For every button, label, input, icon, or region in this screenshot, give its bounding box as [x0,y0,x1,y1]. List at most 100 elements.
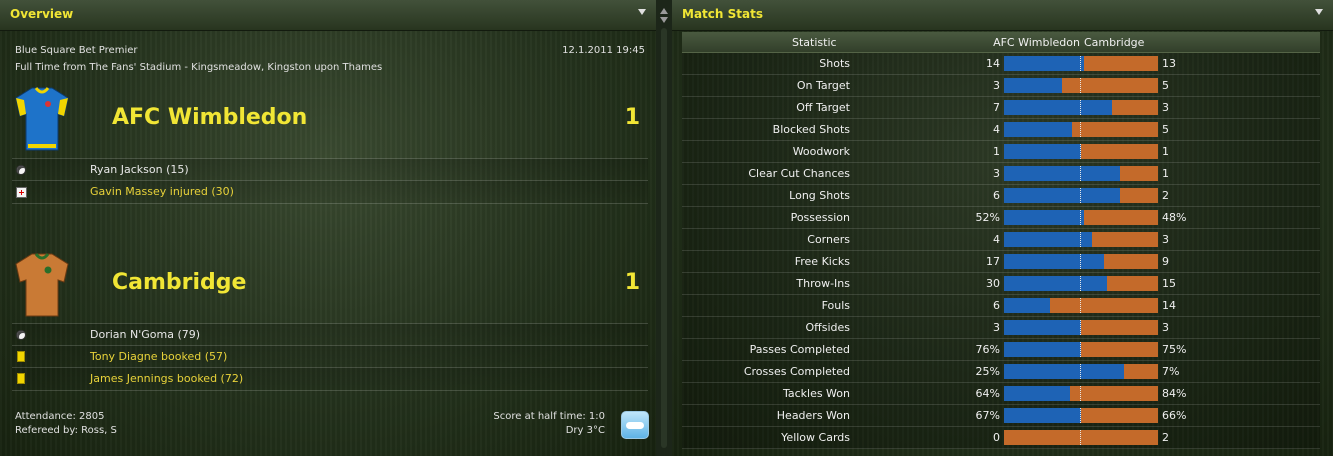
match-stats-panel: Match Stats Statistic AFC Wimbledon Camb… [672,0,1333,456]
scrollbar[interactable] [656,0,672,456]
stat-comparison-bar [1004,386,1158,401]
stat-label: Blocked Shots [772,123,850,136]
stat-home-value: 4 [993,233,1000,246]
stat-row: Shots 14 13 [682,53,1320,75]
stat-home-bar [1004,364,1124,379]
home-team-name[interactable]: AFC Wimbledon [112,105,307,130]
stat-home-value: 1 [993,145,1000,158]
stat-away-value: 1 [1162,167,1169,180]
stat-home-bar [1004,408,1081,423]
stat-home-bar [1004,386,1070,401]
stat-home-bar [1004,320,1081,335]
stat-away-value: 75% [1162,343,1187,356]
stat-comparison-bar [1004,188,1158,203]
home-event-text[interactable]: Ryan Jackson (15) [90,163,189,176]
away-event-row: Dorian N'Goma (79) [12,323,648,346]
scroll-thumb[interactable] [661,28,667,448]
overview-menu-chevron-icon[interactable] [638,9,646,15]
scroll-up-icon[interactable] [660,8,668,14]
stat-home-bar [1004,166,1120,181]
stat-label: Possession [790,211,850,224]
competition-name: Blue Square Bet Premier [15,45,138,56]
stat-home-value: 14 [986,57,1000,70]
goal-ball-icon [16,330,26,340]
scroll-down-icon[interactable] [660,17,668,23]
divider [12,203,648,204]
stat-bar-midline [1080,100,1081,115]
stat-label: Free Kicks [794,255,850,268]
stat-bar-midline [1080,430,1081,445]
stat-row: Throw-Ins 30 15 [682,273,1320,295]
stat-bar-midline [1080,232,1081,247]
stat-label: Woodwork [792,145,850,158]
stat-bar-midline [1080,408,1081,423]
match-stats-title: Match Stats [682,7,763,21]
stat-label: Crosses Completed [743,365,850,378]
stat-row: Tackles Won 64% 84% [682,383,1320,405]
stat-away-value: 2 [1162,431,1169,444]
stat-label: On Target [796,79,850,92]
stat-home-value: 4 [993,123,1000,136]
match-stats-menu-chevron-icon[interactable] [1315,9,1323,15]
stat-comparison-bar [1004,276,1158,291]
stat-away-value: 5 [1162,79,1169,92]
stat-label: Shots [819,57,850,70]
stat-row: Clear Cut Chances 3 1 [682,163,1320,185]
stat-bar-midline [1080,298,1081,313]
stat-away-value: 3 [1162,233,1169,246]
away-event-text[interactable]: James Jennings booked (72) [90,372,243,385]
stat-label: Off Target [796,101,850,114]
stat-label: Yellow Cards [781,431,850,444]
stat-comparison-bar [1004,320,1158,335]
stat-bar-midline [1080,166,1081,181]
stat-away-value: 48% [1162,211,1187,224]
stat-home-bar [1004,100,1112,115]
header-away-team[interactable]: Cambridge [1084,36,1144,49]
stat-bar-midline [1080,210,1081,225]
stat-away-value: 7% [1162,365,1180,378]
stat-comparison-bar [1004,364,1158,379]
stat-comparison-bar [1004,232,1158,247]
stat-home-value: 6 [993,299,1000,312]
weather-text: Dry 3°C [565,425,605,436]
away-team-name[interactable]: Cambridge [112,270,246,295]
stat-home-value: 6 [993,189,1000,202]
stat-home-bar [1004,342,1081,357]
stat-bar-midline [1080,122,1081,137]
stat-home-value: 7 [993,101,1000,114]
stat-row: Possession 52% 48% [682,207,1320,229]
stat-home-bar [1004,276,1107,291]
stat-home-bar [1004,78,1062,93]
home-event-row: Gavin Massey injured (30) [12,180,648,203]
away-event-text[interactable]: Dorian N'Goma (79) [90,328,200,341]
overview-header: Overview [0,0,656,31]
away-score: 1 [624,270,640,295]
stat-label: Offsides [805,321,850,334]
away-event-text[interactable]: Tony Diagne booked (57) [90,350,227,363]
stat-bar-midline [1080,78,1081,93]
yellow-card-icon [17,373,25,384]
stat-row: Free Kicks 17 9 [682,251,1320,273]
referee: Refereed by: Ross, S [15,425,117,436]
stat-row: Passes Completed 76% 75% [682,339,1320,361]
stat-row: Headers Won 67% 66% [682,405,1320,427]
home-event-text[interactable]: Gavin Massey injured (30) [90,185,234,198]
overview-title: Overview [10,7,74,21]
stat-label: Passes Completed [749,343,850,356]
header-home-team[interactable]: AFC Wimbledon [993,36,1080,49]
home-score: 1 [624,105,640,130]
stat-label: Fouls [821,299,850,312]
stat-comparison-bar [1004,210,1158,225]
stat-away-value: 5 [1162,123,1169,136]
match-venue: Full Time from The Fans' Stadium - Kings… [15,62,383,73]
stat-home-value: 30 [986,277,1000,290]
stat-row: Long Shots 6 2 [682,185,1320,207]
stat-label: Corners [807,233,850,246]
header-statistic[interactable]: Statistic [792,36,837,49]
stat-row: Off Target 7 3 [682,97,1320,119]
stat-comparison-bar [1004,56,1158,71]
stat-label: Long Shots [789,189,850,202]
stat-bar-midline [1080,386,1081,401]
goal-ball-icon [16,165,26,175]
stat-comparison-bar [1004,122,1158,137]
